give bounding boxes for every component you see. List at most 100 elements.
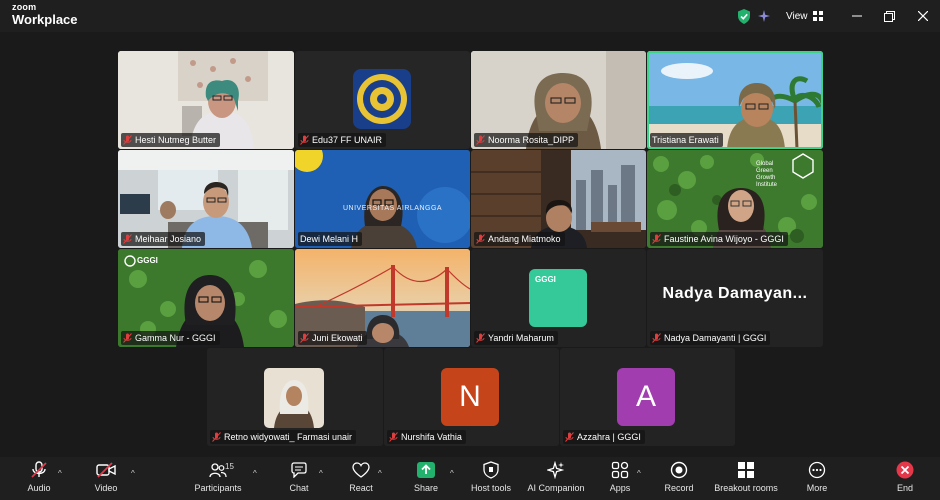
participant-name: Edu37 FF UNAIR — [312, 135, 383, 145]
participant-tile[interactable]: Nadya Damayan... Nadya Damayanti | GGGI — [647, 249, 823, 347]
gggi-logo-text: GGGI — [137, 256, 158, 265]
participant-nameplate: Nadya Damayanti | GGGI — [650, 331, 771, 345]
shield-icon — [480, 460, 502, 480]
chat-icon — [288, 460, 310, 480]
share-options-chevron-icon[interactable]: ^ — [450, 469, 454, 478]
restore-button[interactable] — [878, 6, 900, 26]
participant-display-name: Nadya Damayan... — [662, 285, 808, 302]
share-screen-icon — [415, 460, 437, 480]
mic-muted-icon — [300, 333, 309, 343]
close-button[interactable] — [912, 6, 934, 26]
participant-nameplate: Retno widyowati_ Farmasi unair — [210, 430, 357, 444]
participants-options-chevron-icon[interactable]: ^ — [253, 469, 257, 478]
ai-companion-label: AI Companion — [527, 483, 585, 493]
apps-options-chevron-icon[interactable]: ^ — [637, 469, 641, 478]
participant-nameplate: Dewi Melani H — [298, 232, 363, 246]
apps-label: Apps — [609, 483, 631, 493]
participant-tile[interactable]: A Azzahra | GGGI — [560, 348, 735, 446]
record-label: Record — [664, 483, 694, 493]
more-button[interactable]: More — [802, 460, 832, 498]
participant-nameplate: Azzahra | GGGI — [563, 430, 645, 444]
title-bar: zoom Workplace View — [0, 0, 940, 32]
end-call-icon — [894, 460, 916, 480]
participant-tile[interactable]: UNIVERSITAS AIRLANGGA Dewi Melani H — [295, 150, 470, 248]
ai-sparkle-icon — [545, 460, 567, 480]
apps-icon — [609, 460, 631, 480]
participant-tile[interactable]: Noorma Rosita_DIPP — [471, 51, 646, 149]
participant-name: Dewi Melani H — [300, 234, 359, 244]
mic-muted-icon — [476, 135, 485, 145]
record-button[interactable]: Record — [663, 460, 695, 498]
participants-icon: 15 — [207, 460, 234, 480]
react-options-chevron-icon[interactable]: ^ — [378, 469, 382, 478]
participant-name: Hesti Nutmeg Butter — [135, 135, 217, 145]
participants-count: 15 — [225, 462, 234, 471]
apps-button[interactable]: Apps — [608, 460, 632, 498]
participant-nameplate: Noorma Rosita_DIPP — [474, 133, 579, 147]
host-tools-label: Host tools — [470, 483, 512, 493]
video-button[interactable]: Video — [91, 460, 121, 498]
view-button[interactable]: View — [780, 6, 829, 26]
mic-muted-icon — [652, 333, 661, 343]
mic-muted-icon — [300, 135, 309, 145]
participant-tile[interactable]: Juni Ekowati — [295, 249, 470, 347]
mic-muted-icon — [652, 234, 661, 244]
record-icon — [668, 460, 690, 480]
meeting-toolbar: Audio ^ Video ^ 15 Participants ^ Chat ^… — [0, 457, 940, 500]
participant-tile[interactable]: Retno widyowati_ Farmasi unair — [207, 348, 383, 446]
participant-name: Juni Ekowati — [312, 333, 363, 343]
participant-nameplate: Hesti Nutmeg Butter — [121, 133, 221, 147]
host-tools-button[interactable]: Host tools — [469, 460, 513, 498]
participant-tile[interactable]: Hesti Nutmeg Butter — [118, 51, 294, 149]
shield-check-icon[interactable] — [736, 8, 752, 24]
video-off-icon — [95, 460, 117, 480]
participant-tile-active-speaker[interactable]: Tristiana Erawati — [647, 51, 823, 149]
participant-nameplate: Yandri Maharum — [474, 331, 558, 345]
video-label: Video — [94, 483, 118, 493]
react-label: React — [349, 483, 373, 493]
chat-button[interactable]: Chat — [286, 460, 312, 498]
participant-nameplate: Nurshifa Vathia — [387, 430, 466, 444]
participant-tile[interactable]: N Nurshifa Vathia — [384, 348, 559, 446]
video-gallery: Hesti Nutmeg Butter Edu37 FF UNAIR Noorm… — [0, 32, 940, 457]
heart-icon — [350, 460, 372, 480]
chat-options-chevron-icon[interactable]: ^ — [319, 469, 323, 478]
participant-name: Gamma Nur - GGGI — [135, 333, 216, 343]
mic-muted-icon — [476, 333, 485, 343]
chat-label: Chat — [289, 483, 309, 493]
minimize-button[interactable] — [846, 6, 868, 26]
breakout-rooms-label: Breakout rooms — [714, 483, 778, 493]
participant-name: Yandri Maharum — [488, 333, 554, 343]
mic-muted-icon — [123, 234, 132, 244]
logo-line-1: zoom — [12, 2, 37, 12]
participant-tile[interactable]: Meihaar Josiano — [118, 150, 294, 248]
audio-options-chevron-icon[interactable]: ^ — [58, 469, 62, 478]
breakout-rooms-button[interactable]: Breakout rooms — [714, 460, 778, 498]
gggi-logo-text: Global Green Growth Institute — [756, 161, 778, 188]
share-button[interactable]: Share — [412, 460, 440, 498]
participants-button[interactable]: 15 Participants — [193, 460, 243, 498]
participant-nameplate: Gamma Nur - GGGI — [121, 331, 220, 345]
zoom-workplace-logo: zoom Workplace — [12, 2, 78, 27]
participant-tile[interactable]: Andang Miatmoko — [471, 150, 646, 248]
participant-name: Retno widyowati_ Farmasi unair — [224, 432, 353, 442]
participant-nameplate: Andang Miatmoko — [474, 232, 565, 246]
grid-icon — [812, 11, 823, 21]
logo-line-2: Workplace — [12, 12, 78, 27]
mic-muted-icon — [123, 135, 132, 145]
sparkle-icon[interactable] — [756, 8, 772, 24]
react-button[interactable]: React — [347, 460, 375, 498]
participant-tile[interactable]: Global Green Growth Institute Faustine A… — [647, 150, 823, 248]
audio-button[interactable]: Audio — [24, 460, 54, 498]
end-label: End — [896, 483, 913, 493]
participant-tile[interactable]: GGGI Yandri Maharum — [471, 249, 646, 347]
video-options-chevron-icon[interactable]: ^ — [131, 469, 135, 478]
profile-picture: GGGI — [529, 269, 587, 327]
participant-nameplate: Edu37 FF UNAIR — [298, 133, 387, 147]
mic-muted-icon — [389, 432, 398, 442]
participant-tile[interactable]: GGGI Gamma Nur - GGGI — [118, 249, 294, 347]
ai-companion-button[interactable]: AI Companion — [526, 460, 586, 498]
end-meeting-button[interactable]: End — [890, 460, 920, 498]
participant-tile[interactable]: Edu37 FF UNAIR — [295, 51, 470, 149]
participant-nameplate: Meihaar Josiano — [121, 232, 206, 246]
